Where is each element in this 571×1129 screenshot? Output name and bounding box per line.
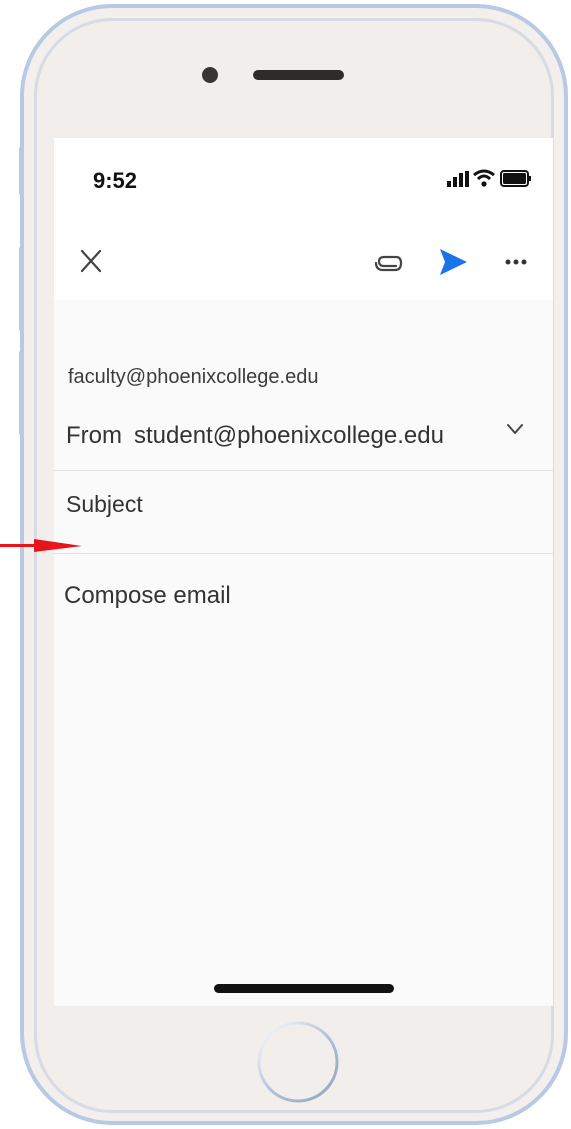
more-horizontal-icon[interactable]	[504, 258, 528, 266]
subject-input[interactable]: Subject	[66, 491, 143, 518]
home-button	[257, 1021, 339, 1103]
divider	[54, 553, 553, 554]
from-address: student@phoenixcollege.edu	[134, 422, 444, 449]
compose-toolbar	[54, 228, 553, 300]
annotation-arrow	[0, 539, 82, 552]
to-recipient-field[interactable]: faculty@phoenixcollege.edu	[68, 366, 318, 389]
from-label: From	[66, 422, 122, 449]
compose-body-input[interactable]: Compose email	[64, 582, 231, 610]
from-row[interactable]: From student@phoenixcollege.edu	[66, 422, 444, 450]
wifi-icon	[473, 169, 495, 187]
divider	[54, 470, 553, 471]
close-icon[interactable]	[76, 246, 106, 276]
status-time: 9:52	[93, 168, 138, 193]
cellular-signal-icon	[447, 171, 469, 187]
battery-icon	[500, 170, 531, 187]
paperclip-icon[interactable]	[374, 251, 404, 277]
home-indicator	[214, 984, 394, 993]
send-icon[interactable]	[437, 246, 469, 278]
front-camera	[202, 67, 218, 83]
phone-screen: 9:52 faculty@phoenixcollege.edu From stu…	[54, 138, 553, 1006]
chevron-down-icon[interactable]	[506, 422, 524, 436]
status-bar: 9:52	[54, 138, 553, 228]
earpiece-speaker	[253, 70, 344, 80]
